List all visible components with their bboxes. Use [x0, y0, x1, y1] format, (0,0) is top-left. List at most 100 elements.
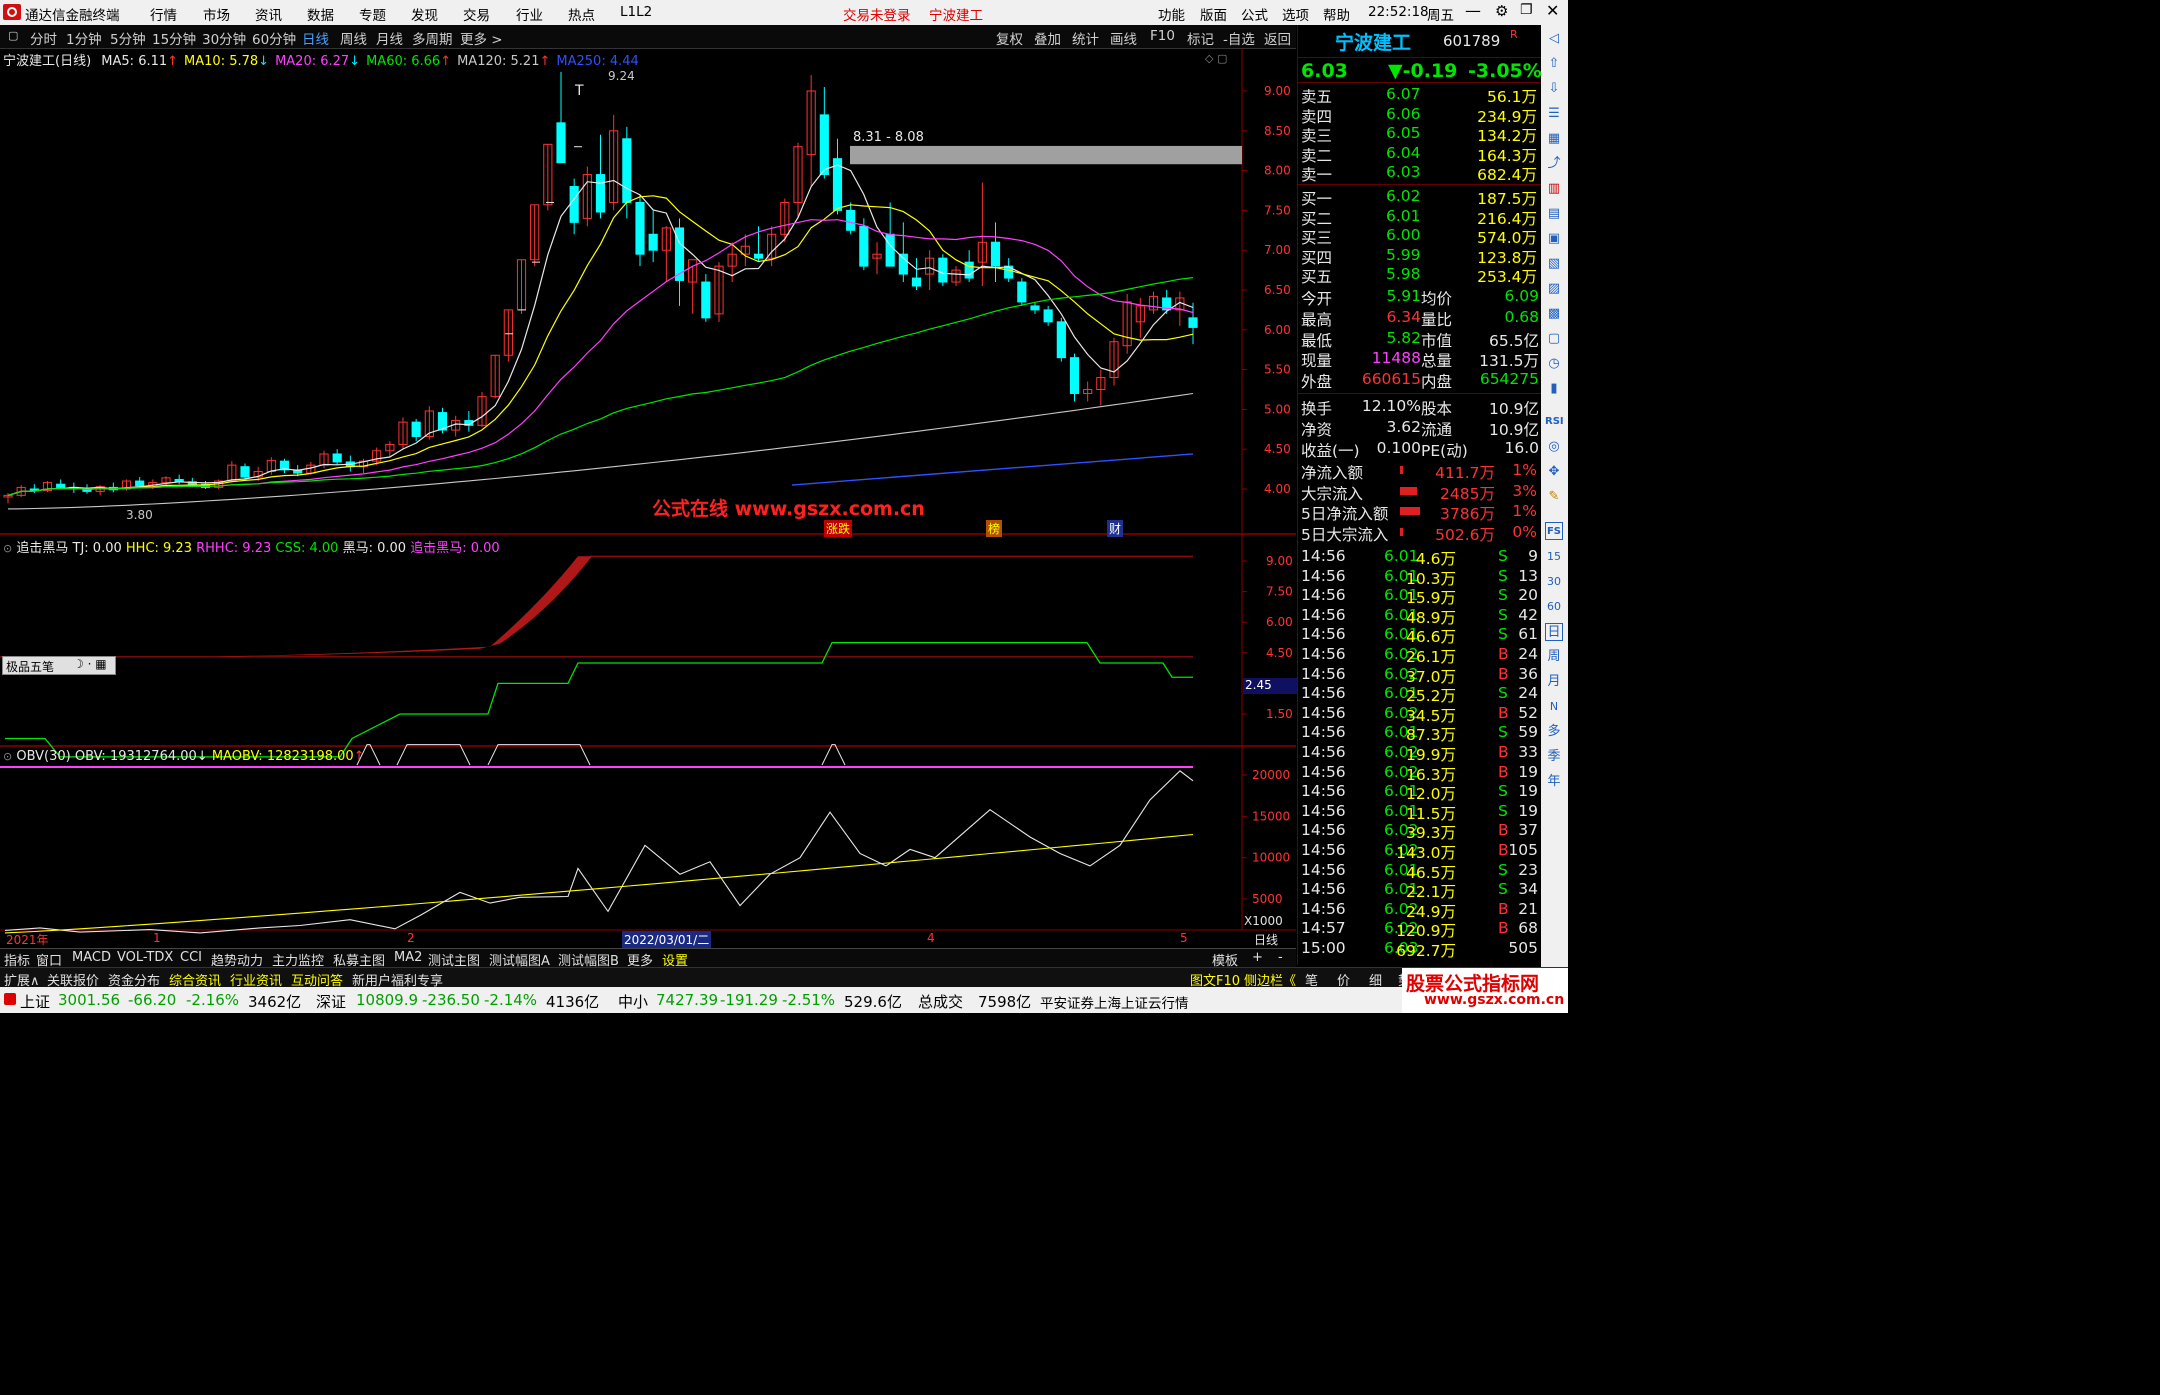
tool-f10[interactable]: F10 — [1150, 28, 1175, 44]
side-multi[interactable]: 多 — [1545, 723, 1563, 741]
period-1min[interactable]: 1分钟 — [66, 28, 102, 48]
pen-icon[interactable]: ✎ — [1545, 488, 1563, 506]
indicator1-name[interactable]: 追击黑马 — [16, 541, 68, 556]
tab-add[interactable]: + — [1252, 950, 1263, 965]
move-icon[interactable]: ✥ — [1545, 463, 1563, 481]
tick-row[interactable]: 14:56 6.01 25.2万 S 24 — [1298, 684, 1541, 705]
menu-bangzhu[interactable]: 帮助 — [1323, 4, 1350, 24]
trend-icon[interactable]: ⤴ — [1545, 155, 1563, 173]
menu-jiaoyi[interactable]: 交易 — [463, 4, 490, 24]
side-fs[interactable]: FS — [1545, 522, 1563, 540]
tick-row[interactable]: 14:56 6.01 12.0万 S 19 — [1298, 782, 1541, 803]
tick-row[interactable]: 14:56 6.01 87.3万 S 59 — [1298, 723, 1541, 744]
menu-zixun[interactable]: 资讯 — [255, 4, 282, 24]
tool-diejia[interactable]: 叠加 — [1034, 28, 1061, 48]
tick-row[interactable]: 14:56 6.02 26.1万 B 24 — [1298, 645, 1541, 666]
bid-row[interactable]: 买四 5.99 123.8万 — [1298, 246, 1541, 267]
kline-chart-area[interactable]: T 9.00 8.50 8.00 7.50 7.00 6.50 6.00 5.50 5.00 4.… — [0, 48, 1296, 948]
tick-row[interactable]: 14:56 6.02 24.9万 B 21 — [1298, 900, 1541, 921]
flow-row[interactable]: 大宗流入 2485万 3% — [1298, 482, 1541, 503]
tick-row[interactable]: 14:56 6.02 16.3万 B 19 — [1298, 763, 1541, 784]
tick-row[interactable]: 14:56 6.01 11.5万 S 19 — [1298, 802, 1541, 823]
minimize-icon[interactable]: — — [1465, 1, 1481, 20]
board-icon[interactable]: ▧ — [1545, 255, 1563, 273]
tick-row[interactable]: 14:56 6.01 4.6万 S 9 — [1298, 547, 1541, 568]
sz-name[interactable]: 深证 — [316, 991, 346, 1012]
f10-icon[interactable]: ▣ — [1545, 230, 1563, 248]
tick-row[interactable]: 14:56 6.01 48.9万 S 42 — [1298, 606, 1541, 627]
collapse-side-icon[interactable]: ◁ — [1545, 30, 1563, 48]
tick-row[interactable]: 14:56 6.01 46.5万 S 23 — [1298, 861, 1541, 882]
tick-row[interactable]: 14:56 6.02 143.0万 B 105 — [1298, 841, 1541, 862]
tab-remove[interactable]: - — [1278, 950, 1283, 965]
tick-row[interactable]: 14:56 6.02 34.5万 B 52 — [1298, 704, 1541, 725]
indicator1-toggle-icon[interactable]: ⊙ — [3, 542, 12, 555]
page-icon[interactable]: ▢ — [1545, 330, 1563, 348]
tab-cci[interactable]: CCI — [180, 950, 202, 965]
indicator2-name[interactable]: OBV(30) — [16, 749, 70, 764]
event-zhangdie[interactable]: 涨跌 — [824, 520, 853, 537]
ask-row[interactable]: 卖一 6.03 682.4万 — [1298, 163, 1541, 184]
bid-row[interactable]: 买五 5.98 253.4万 — [1298, 265, 1541, 286]
menu-faxian[interactable]: 发现 — [411, 4, 438, 24]
ask-row[interactable]: 卖四 6.06 234.9万 — [1298, 105, 1541, 126]
bid-row[interactable]: 买一 6.02 187.5万 — [1298, 187, 1541, 208]
tool-tongji[interactable]: 统计 — [1072, 28, 1099, 48]
bars-icon[interactable]: ▮ — [1545, 380, 1563, 398]
tick-row[interactable]: 14:57 6.02 120.9万 B 68 — [1298, 919, 1541, 940]
period-fenshi[interactable]: 分时 — [30, 28, 57, 48]
stat-row[interactable]: 最高 6.34 量比 0.68 — [1298, 308, 1541, 329]
side-30[interactable]: 30 — [1545, 573, 1563, 591]
side-n[interactable]: N — [1545, 698, 1563, 716]
tick-row[interactable]: 14:56 6.02 39.3万 B 37 — [1298, 821, 1541, 842]
ask-row[interactable]: 卖三 6.05 134.2万 — [1298, 124, 1541, 145]
tool-fanhui[interactable]: 返回 — [1264, 28, 1291, 48]
tick-row[interactable]: 14:56 6.01 46.6万 S 61 — [1298, 625, 1541, 646]
stat2-row[interactable]: 净资 3.62 流通 10.9亿 — [1298, 418, 1541, 439]
period-multi[interactable]: 多周期 — [412, 28, 453, 48]
side-rsi[interactable]: RSI — [1545, 413, 1564, 431]
side-quarter[interactable]: 季 — [1545, 748, 1563, 766]
period-monthly[interactable]: 月线 — [376, 28, 403, 48]
clock-icon[interactable]: ◷ — [1545, 355, 1563, 373]
login-status[interactable]: 交易未登录 — [843, 4, 911, 24]
tab-vol-tdx[interactable]: VOL-TDX — [117, 950, 173, 965]
period-15min[interactable]: 15分钟 — [152, 28, 196, 48]
menu-redian[interactable]: 热点 — [568, 4, 595, 24]
tool-huaxian[interactable]: 画线 — [1110, 28, 1137, 48]
menu-hangye[interactable]: 行业 — [516, 4, 543, 24]
moon-icon[interactable]: ☽ · ▦ — [73, 657, 107, 671]
menu-l1l2[interactable]: L1L2 — [620, 4, 652, 20]
pen-input-toolbar[interactable]: 极品五笔 ☽ · ▦ — [2, 656, 116, 675]
restore-icon[interactable]: ❐ — [1520, 2, 1533, 18]
bid-row[interactable]: 买二 6.01 216.4万 — [1298, 207, 1541, 228]
tick-row[interactable]: 15:00 6.03 692.7万 505 — [1298, 939, 1541, 960]
flow-row[interactable]: 净流入额 411.7万 1% — [1298, 461, 1541, 482]
tab-macd[interactable]: MACD — [72, 950, 111, 965]
tick-row[interactable]: 14:56 6.01 15.9万 S 20 — [1298, 586, 1541, 607]
broker-name[interactable]: 平安证券上海上证云行情 — [1040, 992, 1189, 1012]
period-30min[interactable]: 30分钟 — [202, 28, 246, 48]
stat-row[interactable]: 外盘 660615 内盘 654275 — [1298, 370, 1541, 391]
menu-gongshi[interactable]: 公式 — [1241, 4, 1268, 24]
tick-row[interactable]: 14:56 6.02 19.9万 B 33 — [1298, 743, 1541, 764]
down-icon[interactable]: ⇩ — [1545, 80, 1563, 98]
period-more[interactable]: 更多 > — [460, 28, 503, 48]
stat-row[interactable]: 最低 5.82 市值 65.5亿 — [1298, 329, 1541, 350]
period-60min[interactable]: 60分钟 — [252, 28, 296, 48]
event-cai[interactable]: 财 — [1107, 520, 1124, 537]
chart-option-icons[interactable]: ◇ ▢ — [1205, 52, 1227, 65]
side-day[interactable]: 日 — [1545, 623, 1563, 641]
side-15[interactable]: 15 — [1545, 548, 1563, 566]
up-icon[interactable]: ⇧ — [1545, 55, 1563, 73]
grid-icon[interactable]: ▦ — [1545, 130, 1563, 148]
ask-row[interactable]: 卖五 6.07 56.1万 — [1298, 85, 1541, 106]
stat-row[interactable]: 今开 5.91 均价 6.09 — [1298, 287, 1541, 308]
menu-gongneng[interactable]: 功能 — [1158, 4, 1185, 24]
zx-name[interactable]: 中小 — [618, 991, 648, 1012]
doc-icon[interactable]: ▨ — [1545, 280, 1563, 298]
side-60[interactable]: 60 — [1545, 598, 1563, 616]
target-icon[interactable]: ◎ — [1545, 438, 1563, 456]
stat2-row[interactable]: 收益(一) 0.100 PE(动) 16.0 — [1298, 439, 1541, 460]
period-daily[interactable]: 日线 — [302, 28, 329, 48]
